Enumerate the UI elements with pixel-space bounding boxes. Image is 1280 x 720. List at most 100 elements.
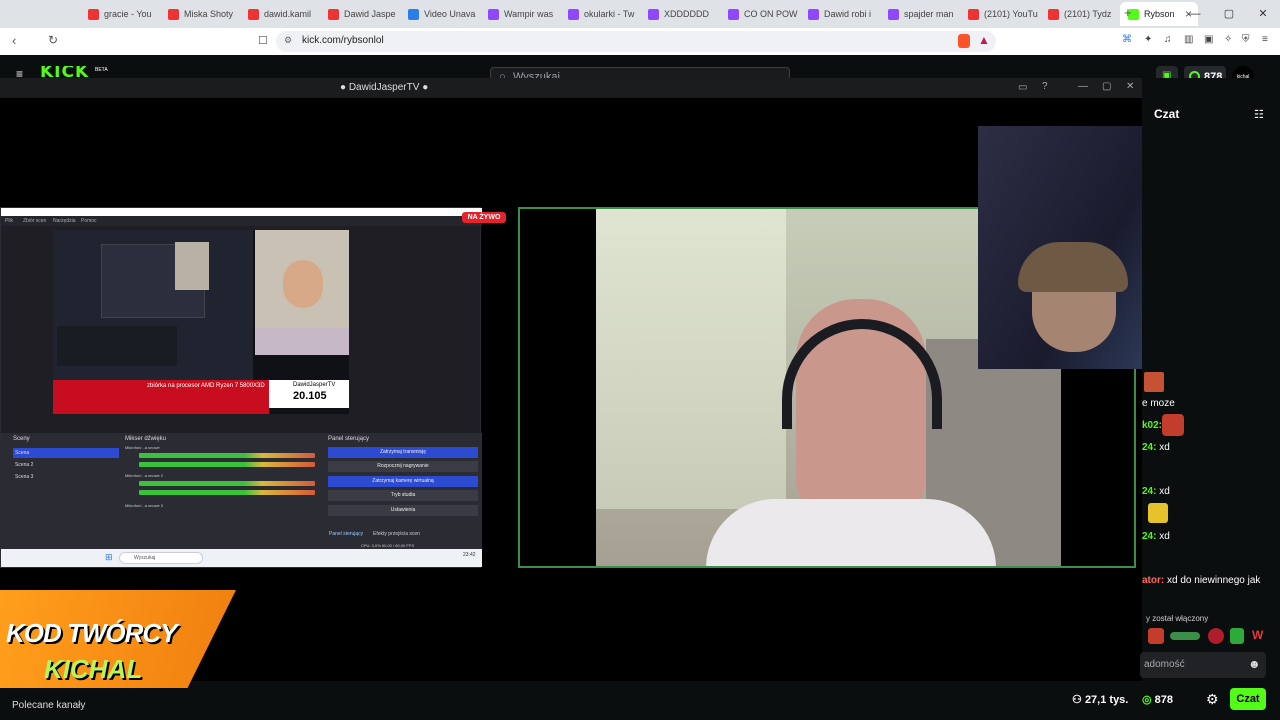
browser-tab[interactable]: Miska Shoty: [160, 4, 238, 24]
windows-start-icon[interactable]: ⊞: [105, 552, 113, 563]
obs-viewer-count: 20.105: [293, 390, 327, 402]
obs-scene-item[interactable]: Scena 2: [13, 460, 119, 470]
browser-tab[interactable]: gracie - You: [80, 4, 158, 24]
tab-label: CO ON POW: [744, 9, 798, 19]
back-icon[interactable]: ‹: [12, 33, 16, 48]
window-maximize-icon[interactable]: ▢: [1102, 81, 1111, 92]
window-controls: — ▢ ✕: [1178, 0, 1280, 28]
obs-vu-meter: [139, 462, 315, 467]
emote-icon[interactable]: W: [1252, 628, 1263, 642]
emote-icon[interactable]: [1170, 632, 1200, 640]
window-close-icon[interactable]: ✕: [1126, 81, 1134, 92]
obs-scenes-title: Sceny: [13, 436, 30, 442]
emoji-icon[interactable]: ☻: [1248, 657, 1261, 671]
obs-stop-stream-button[interactable]: Zatrzymaj transmisję: [328, 447, 478, 458]
tab-favicon-icon: [888, 8, 899, 20]
help-icon[interactable]: ?: [1042, 81, 1048, 92]
tab-favicon-icon: [488, 8, 499, 20]
tab-favicon-icon: [568, 8, 579, 20]
obs-menu-tools[interactable]: Narzędzia: [53, 218, 76, 224]
translate-icon[interactable]: ⌘: [1122, 34, 1132, 45]
obs-preview: zbiórka na procesor AMD Ryzen 7 5800X3D …: [53, 230, 349, 414]
browser-tab[interactable]: CO ON POW: [720, 4, 798, 24]
brave-shield-icon[interactable]: [958, 34, 970, 48]
new-tab-icon[interactable]: +: [1124, 5, 1132, 20]
footer-coins[interactable]: ◎ 878: [1142, 693, 1173, 706]
browser-tab[interactable]: Dawid robi i: [800, 4, 878, 24]
chat-message: 24: xd: [1142, 531, 1170, 542]
browser-tab[interactable]: (2101) Tydz: [1040, 4, 1118, 24]
obs-preview-screen: [53, 230, 253, 380]
chat-message: e moze: [1142, 398, 1175, 409]
obs-menubar: Plik Zbiór scen Narzędzia Pomoc: [1, 216, 482, 226]
obs-preview-banner: zbiórka na procesor AMD Ryzen 7 5800X3D: [53, 380, 269, 414]
obs-tab-controls[interactable]: Panel sterujący: [329, 531, 363, 537]
tab-favicon-icon: [1048, 8, 1059, 20]
music-icon[interactable]: ♫: [1164, 34, 1172, 45]
chat-input[interactable]: adomość ☻: [1140, 652, 1266, 678]
site-info-icon[interactable]: ⚙: [284, 35, 292, 46]
taskbar-search[interactable]: Wyszukaj: [119, 552, 203, 564]
bookmark-icon[interactable]: ☐: [258, 34, 268, 47]
emote-icon[interactable]: [1148, 628, 1164, 644]
obs-menu-file[interactable]: Plik: [5, 218, 13, 224]
maximize-icon[interactable]: ▢: [1212, 0, 1246, 28]
chat-title: Czat: [1154, 107, 1180, 121]
obs-menu-scenes[interactable]: Zbiór scen: [23, 218, 46, 224]
obs-scene-item[interactable]: Scena: [13, 448, 119, 458]
browser-tab[interactable]: Video Unava: [400, 4, 478, 24]
menu-icon[interactable]: ≡: [1262, 34, 1268, 45]
tab-favicon-icon: [728, 8, 739, 20]
wallet-icon[interactable]: ▣: [1204, 34, 1213, 45]
viewers-icon: ⚇: [1072, 694, 1082, 706]
obs-mixer-label: Mikrofon/...a snowe 3: [125, 503, 164, 508]
browser-tab[interactable]: (2101) YouTu: [960, 4, 1038, 24]
ai-icon[interactable]: ✧: [1224, 34, 1232, 45]
extensions-icon[interactable]: ✦: [1144, 34, 1152, 45]
chat-message: ator: xd do niewinnego jak: [1142, 575, 1261, 586]
browser-tab[interactable]: Dawid Jaspe: [320, 4, 398, 24]
obs-mixer-label: Mikrofon/...a snowe 2: [125, 473, 164, 478]
beta-label: BETA: [95, 67, 108, 73]
obs-menu-help[interactable]: Pomoc: [81, 218, 97, 224]
chat-emote: [1162, 414, 1184, 436]
obs-record-button[interactable]: Rozpocznij nagrywanie: [328, 461, 478, 472]
browser-tab[interactable]: Wampir was: [480, 4, 558, 24]
recommended-channels[interactable]: Polecane kanały: [12, 700, 85, 711]
obs-nested-list: [57, 326, 177, 366]
emote-icon[interactable]: [1208, 628, 1224, 644]
obs-studio-mode-button[interactable]: Tryb studia: [328, 490, 478, 501]
obs-settings-button[interactable]: Ustawienia: [328, 505, 478, 516]
chat-message: k02:: [1142, 420, 1163, 431]
close-icon[interactable]: ✕: [1246, 0, 1280, 28]
browser-tab[interactable]: XDDDDDD: [640, 4, 718, 24]
tab-label: spajder man: [904, 9, 954, 19]
reload-icon[interactable]: ↻: [48, 33, 58, 47]
pip-icon[interactable]: ▭: [1018, 82, 1027, 93]
obs-face: [283, 260, 323, 308]
browser-tab[interactable]: okularki - Tw: [560, 4, 638, 24]
settings-gear-icon[interactable]: ⚙: [1206, 691, 1219, 708]
browser-tab[interactable]: dawid.kamil: [240, 4, 318, 24]
obs-vu-meter: [139, 490, 315, 495]
url-field[interactable]: ⚙ kick.com/rybsonlol: [276, 31, 996, 52]
window-minimize-icon[interactable]: —: [1078, 81, 1088, 92]
browser-tab[interactable]: spajder man: [880, 4, 958, 24]
rewards-icon[interactable]: ▲: [978, 33, 990, 47]
kick-logo[interactable]: KICK: [40, 66, 89, 78]
vpn-icon[interactable]: ⛨: [1242, 34, 1250, 45]
sidebar-icon[interactable]: ▥: [1184, 34, 1193, 45]
emote-icon[interactable]: [1230, 628, 1244, 644]
tab-label: XDDDDDD: [664, 9, 709, 19]
obs-tab-transitions[interactable]: Efekty przejścia scen: [373, 531, 420, 537]
tab-favicon-icon: [968, 8, 979, 20]
chat-toggle-button[interactable]: Czat: [1230, 688, 1266, 710]
obs-scene-item[interactable]: Scena 3: [13, 472, 119, 482]
minimize-icon[interactable]: —: [1178, 0, 1212, 28]
tab-favicon-icon: [168, 8, 179, 20]
obs-virtualcam-button[interactable]: Zatrzymaj kamerę wirtualną: [328, 476, 478, 487]
stream-window-titlebar: ● DawidJasperTV ● ▭ ? — ▢ ✕: [0, 78, 1142, 98]
chat-message: 24: xd: [1142, 486, 1170, 497]
shirt: [706, 499, 996, 566]
chat-users-icon[interactable]: ☷: [1254, 108, 1264, 121]
